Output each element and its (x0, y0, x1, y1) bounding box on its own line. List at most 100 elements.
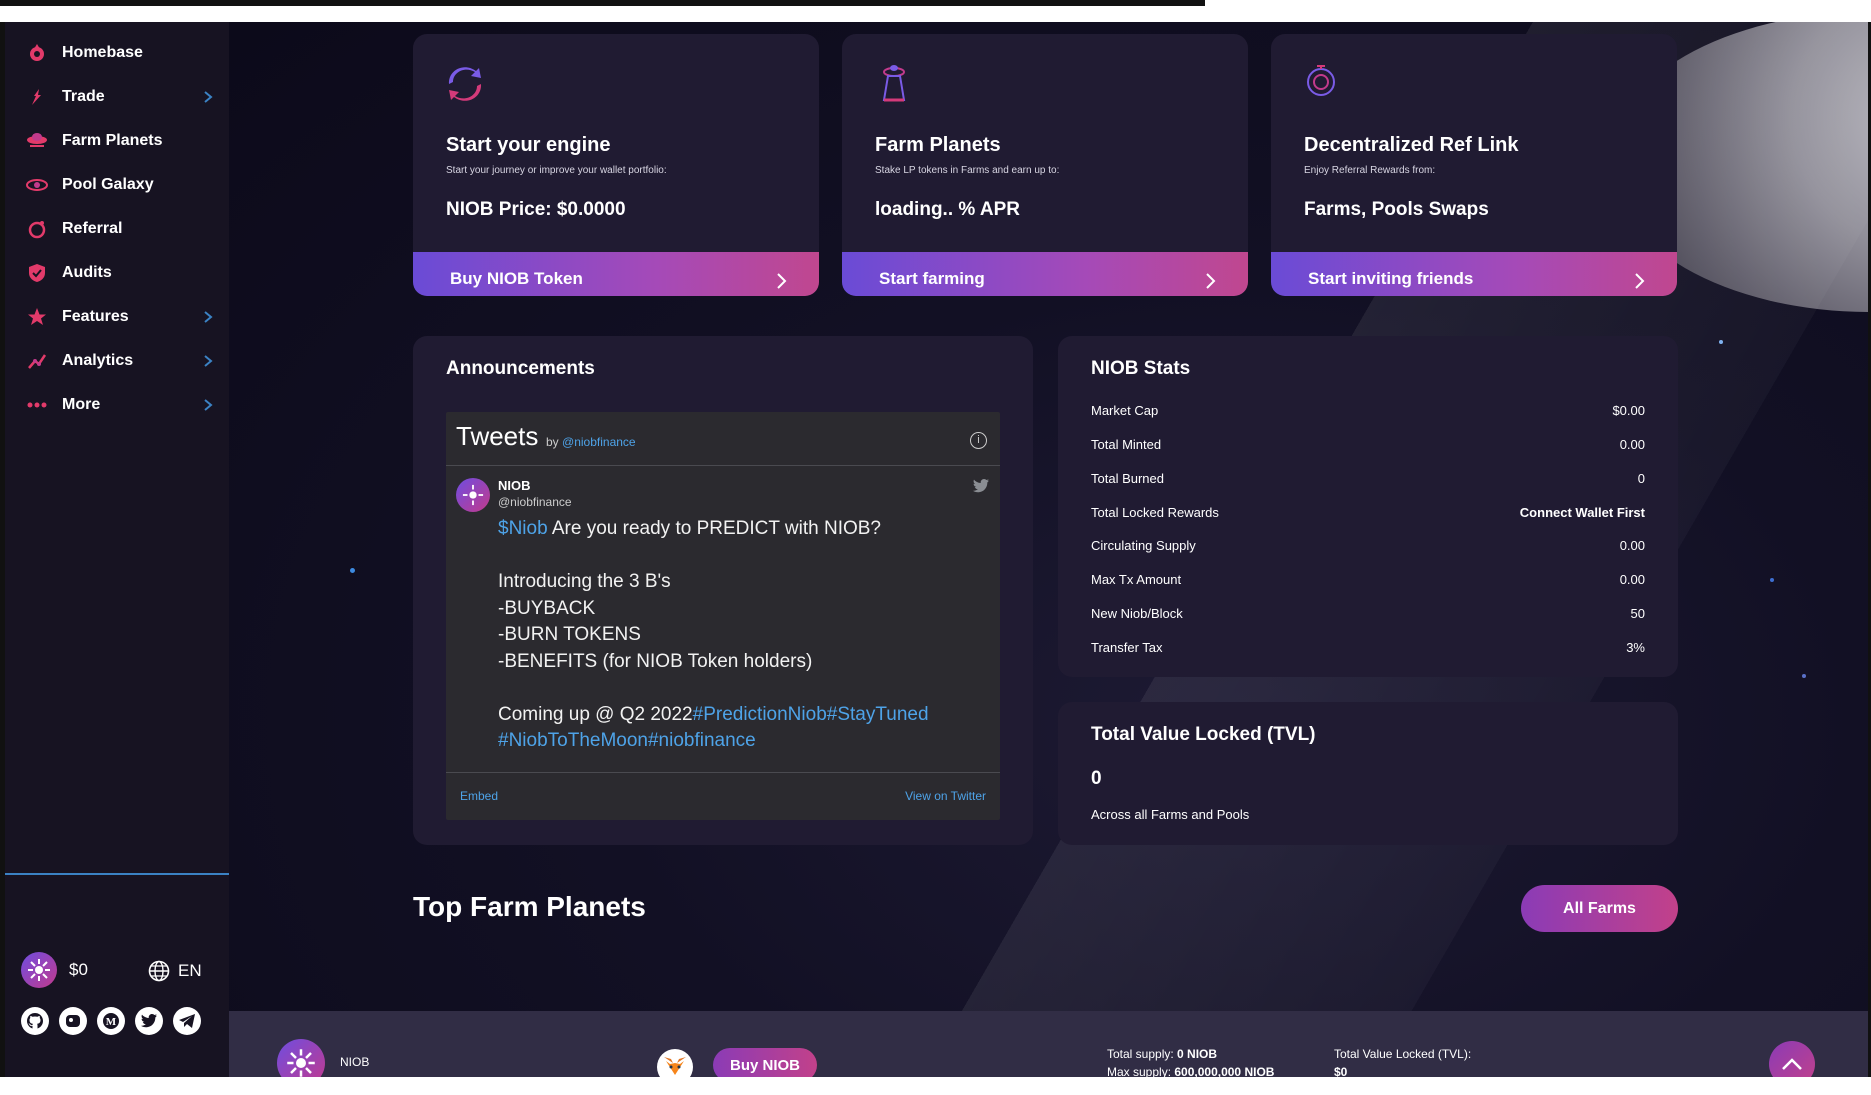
sidebar: Homebase Trade Farm Planets Pool Galaxy … (5, 22, 229, 1077)
coingecko-icon[interactable] (59, 1007, 87, 1035)
stat-row: Transfer Tax 3% (1091, 640, 1645, 660)
stat-value: 0.00 (1619, 538, 1645, 553)
stat-label: Total Locked Rewards (1091, 505, 1219, 520)
top-farm-planets-title: Top Farm Planets (413, 891, 646, 922)
card-value: NIOB Price: $0.0000 (446, 199, 626, 220)
chevron-right-icon[interactable] (201, 310, 215, 324)
tweet-line: -BURN TOKENS (498, 624, 641, 645)
sidebar-item-farm-planets[interactable]: Farm Planets (5, 121, 229, 161)
tweet-author-handle[interactable]: @niobfinance (498, 495, 572, 509)
trade-icon (25, 85, 49, 109)
tweet-cashtag-link[interactable]: $Niob (498, 518, 548, 539)
card-value: Farms, Pools Swaps (1304, 199, 1489, 220)
stat-row: Market Cap $0.00 (1091, 403, 1645, 423)
all-farms-button[interactable]: All Farms (1521, 885, 1678, 932)
view-on-twitter-link[interactable]: View on Twitter (905, 789, 986, 803)
button-label: Start farming (879, 269, 985, 288)
tweet-text: $Niob Are you ready to PREDICT with NIOB… (498, 516, 988, 755)
sidebar-item-label: Pool Galaxy (62, 176, 154, 193)
star-icon (25, 305, 49, 329)
avatar[interactable] (456, 478, 490, 512)
sidebar-item-pool-galaxy[interactable]: Pool Galaxy (5, 165, 229, 205)
twitter-widget-title: Tweets (456, 421, 539, 451)
footer-total-supply: Total supply: 0 NIOB (1107, 1047, 1217, 1061)
connect-wallet-prompt: Connect Wallet First (1519, 505, 1645, 520)
twitter-bird-icon[interactable] (972, 478, 990, 494)
sidebar-item-referral[interactable]: Referral (5, 209, 229, 249)
info-icon[interactable]: i (970, 432, 987, 449)
sidebar-item-label: Referral (62, 220, 123, 237)
chevron-right-icon[interactable] (201, 354, 215, 368)
medium-icon[interactable]: M (97, 1007, 125, 1035)
sidebar-item-label: Farm Planets (62, 132, 163, 149)
twitter-widget-footer: Embed View on Twitter (446, 772, 1000, 820)
sidebar-item-trade[interactable]: Trade (5, 77, 229, 117)
tweet-line: -BENEFITS (for NIOB Token holders) (498, 650, 813, 672)
sidebar-item-label: Features (62, 308, 129, 325)
tweet-author-name[interactable]: NIOB (498, 478, 531, 493)
footer-tvl-value: $0 (1334, 1065, 1348, 1077)
github-icon[interactable] (21, 1007, 49, 1035)
twitter-icon[interactable] (135, 1007, 163, 1035)
telegram-icon[interactable] (173, 1007, 201, 1035)
sidebar-item-analytics[interactable]: Analytics (5, 341, 229, 381)
social-links: M (21, 1007, 201, 1035)
rocket-icon (25, 41, 49, 65)
sidebar-item-features[interactable]: Features (5, 297, 229, 337)
hashtag-link[interactable]: #PredictionNiob (693, 704, 827, 725)
stat-value: 3% (1626, 640, 1645, 655)
sidebar-item-audits[interactable]: Audits (5, 253, 229, 293)
globe-icon (148, 960, 170, 982)
referral-icon (25, 217, 49, 241)
niob-logo-icon (21, 952, 57, 988)
stat-row: Total Burned 0 (1091, 471, 1645, 491)
chevron-right-icon (1206, 273, 1216, 289)
buy-niob-token-button[interactable]: Buy NIOB Token (413, 252, 819, 296)
stat-row: Circulating Supply 0.00 (1091, 538, 1645, 558)
stat-value: $0.00 (1612, 403, 1645, 418)
stats-title: NIOB Stats (1091, 358, 1191, 379)
card-farm-planets: Farm Planets Stake LP tokens in Farms an… (842, 34, 1248, 296)
card-value: loading.. % APR (875, 199, 1020, 220)
twitter-handle-link[interactable]: @niobfinance (562, 435, 636, 449)
footer-buy-niob-button[interactable]: Buy NIOB (713, 1048, 817, 1077)
stat-value: 50 (1630, 606, 1645, 621)
more-dots-icon (25, 393, 49, 417)
max-supply-value: 600,000,000 NIOB (1174, 1065, 1275, 1077)
chevron-right-icon[interactable] (201, 90, 215, 104)
sidebar-item-homebase[interactable]: Homebase (5, 33, 229, 73)
tweet-line: Introducing the 3 B's (498, 571, 671, 592)
sidebar-divider (5, 873, 229, 875)
language-label: EN (178, 961, 202, 980)
language-selector[interactable]: EN (148, 960, 202, 982)
metamask-fox-icon[interactable] (657, 1049, 693, 1077)
card-title: Decentralized Ref Link (1304, 134, 1519, 156)
page-footer: NIOB Buy NIOB Total supply: 0 NIOB Max s… (229, 1011, 1868, 1077)
card-title: Start your engine (446, 134, 611, 156)
twitter-timeline-widget[interactable]: Tweets by @niobfinance i NIOB @niobfinan… (446, 412, 1000, 820)
scroll-to-top-button[interactable] (1769, 1041, 1815, 1077)
hashtag-link[interactable]: #niobfinance (648, 730, 756, 751)
niob-price-chip[interactable]: $0 (21, 952, 88, 988)
browser-top-strip (0, 0, 1871, 22)
chevron-right-icon (1635, 273, 1645, 289)
ufo-icon (882, 65, 906, 102)
stat-value: 0 (1637, 471, 1645, 486)
ufo-icon (25, 129, 49, 153)
stat-label: Circulating Supply (1091, 538, 1196, 553)
chevron-right-icon (777, 273, 787, 289)
embed-link[interactable]: Embed (460, 789, 498, 803)
start-inviting-friends-button[interactable]: Start inviting friends (1271, 252, 1677, 296)
niob-logo-icon[interactable] (277, 1039, 325, 1077)
stat-row: Max Tx Amount 0.00 (1091, 572, 1645, 592)
hashtag-link[interactable]: #NiobToTheMoon (498, 730, 648, 751)
chevron-right-icon[interactable] (201, 398, 215, 412)
hashtag-link[interactable]: #StayTuned (827, 704, 929, 725)
card-subtitle: Start your journey or improve your walle… (446, 165, 667, 176)
start-farming-button[interactable]: Start farming (842, 252, 1248, 296)
tweet-line: Coming up @ Q2 2022 (498, 703, 693, 725)
stat-label: Max Tx Amount (1091, 572, 1182, 587)
sidebar-item-more[interactable]: More (5, 385, 229, 425)
footer-tvl-label: Total Value Locked (TVL): (1334, 1047, 1472, 1061)
button-label: Buy NIOB Token (450, 269, 583, 288)
